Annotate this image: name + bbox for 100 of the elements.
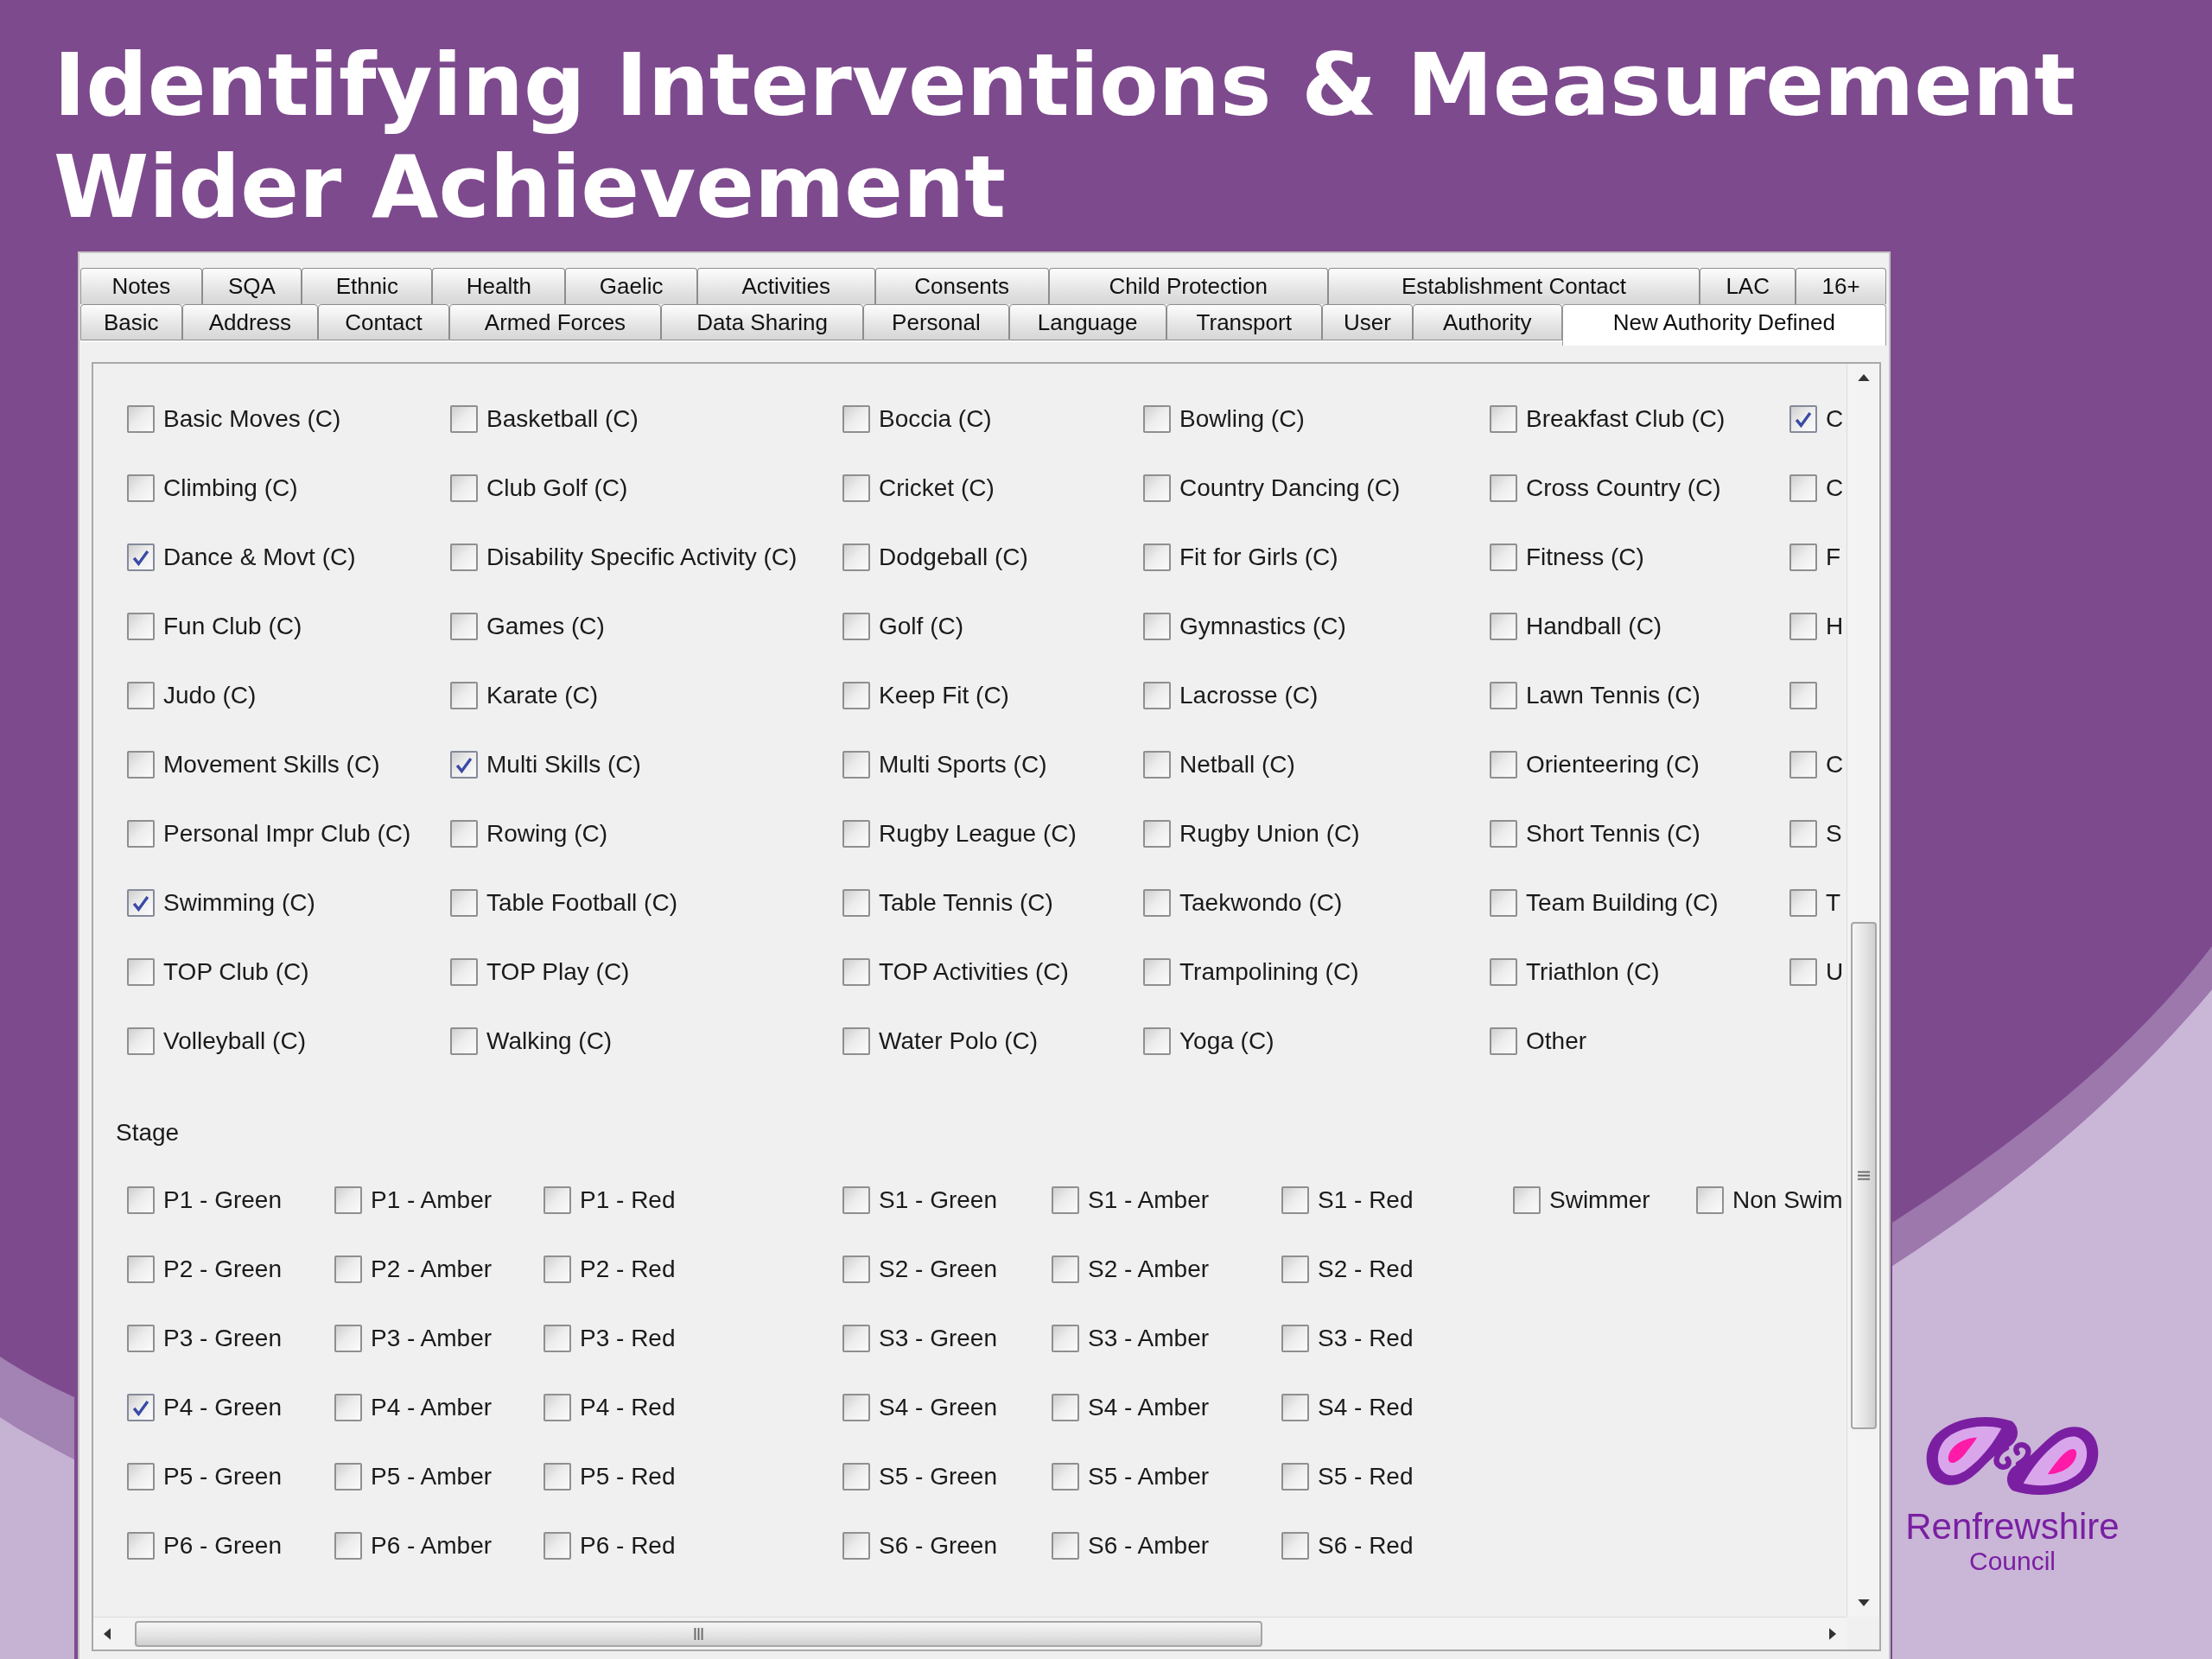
checkbox[interactable] [1052,1186,1079,1214]
checkbox[interactable] [842,1394,870,1421]
scroll-down-icon[interactable] [1857,1599,1870,1606]
checkbox[interactable] [1696,1186,1724,1214]
tab[interactable]: Ethnic [302,268,433,304]
tab[interactable]: Contact [318,304,449,340]
checkbox[interactable] [450,1027,478,1055]
checkbox[interactable] [450,405,478,433]
checkbox[interactable] [842,405,870,433]
tab[interactable]: Health [432,268,566,304]
checkbox[interactable] [1490,405,1517,433]
checkbox[interactable] [842,751,870,779]
tab[interactable]: Gaelic [565,268,697,304]
checkbox[interactable] [1490,613,1517,640]
checkbox[interactable] [543,1325,571,1352]
checkbox[interactable] [1513,1186,1541,1214]
checkbox[interactable] [1143,820,1171,848]
checkbox[interactable] [842,820,870,848]
checkbox[interactable] [1789,889,1817,917]
checkbox[interactable] [842,1463,870,1491]
checkbox[interactable] [842,958,870,986]
tab[interactable]: Language [1008,304,1166,340]
tab[interactable]: Personal [863,304,1009,340]
tab[interactable]: 16+ [1796,268,1886,304]
checkbox[interactable] [1490,751,1517,779]
tab[interactable]: LAC [1700,268,1796,304]
checkbox[interactable] [450,958,478,986]
checkbox[interactable] [543,1394,571,1421]
checkbox[interactable] [842,1325,870,1352]
checkbox[interactable] [127,751,155,779]
checkbox[interactable] [1052,1255,1079,1283]
checkbox[interactable] [1143,958,1171,986]
checkbox[interactable] [334,1325,362,1352]
checkbox[interactable] [1490,958,1517,986]
checkbox[interactable] [1789,958,1817,986]
checkbox[interactable] [842,682,870,709]
checkbox[interactable] [1490,889,1517,917]
tab[interactable]: Armed Forces [448,304,662,340]
checkbox[interactable] [842,474,870,502]
tab[interactable]: Child Protection [1048,268,1328,304]
checkbox[interactable] [1490,474,1517,502]
checkbox[interactable] [1490,1027,1517,1055]
checkbox[interactable] [1281,1532,1309,1560]
checkbox[interactable] [127,820,155,848]
checkbox[interactable] [1143,889,1171,917]
checkbox[interactable] [1789,682,1817,709]
checkbox[interactable] [1052,1463,1079,1491]
tab[interactable]: User [1321,304,1413,340]
checkbox[interactable] [450,543,478,571]
checkbox[interactable] [127,474,155,502]
tab[interactable]: Authority [1412,304,1562,340]
checkbox[interactable] [334,1463,362,1491]
checkbox[interactable] [450,613,478,640]
tab[interactable]: Consents [874,268,1049,304]
checkbox[interactable] [1143,543,1171,571]
checkbox[interactable] [127,889,155,917]
checkbox[interactable] [127,1394,155,1421]
checkbox[interactable] [1789,613,1817,640]
checkbox[interactable] [450,820,478,848]
tab[interactable]: Establishment Contact [1327,268,1700,304]
checkbox[interactable] [127,1532,155,1560]
checkbox[interactable] [127,1325,155,1352]
checkbox[interactable] [1490,682,1517,709]
checkbox[interactable] [127,958,155,986]
checkbox[interactable] [1281,1463,1309,1491]
checkbox[interactable] [127,1027,155,1055]
checkbox[interactable] [543,1186,571,1214]
checkbox[interactable] [1490,820,1517,848]
checkbox[interactable] [1143,405,1171,433]
checkbox[interactable] [842,1186,870,1214]
vertical-scrollbar[interactable] [1847,364,1879,1617]
scrollbar-thumb[interactable] [1850,921,1877,1429]
checkbox[interactable] [842,1532,870,1560]
checkbox[interactable] [1052,1394,1079,1421]
checkbox[interactable] [1052,1325,1079,1352]
horizontal-scrollbar[interactable] [93,1617,1847,1649]
checkbox[interactable] [543,1532,571,1560]
checkbox[interactable] [543,1463,571,1491]
checkbox[interactable] [450,474,478,502]
checkbox[interactable] [1789,751,1817,779]
checkbox[interactable] [1143,1027,1171,1055]
scroll-left-icon[interactable] [104,1627,111,1640]
checkbox[interactable] [127,613,155,640]
checkbox[interactable] [543,1255,571,1283]
checkbox[interactable] [334,1255,362,1283]
checkbox[interactable] [127,405,155,433]
checkbox[interactable] [334,1186,362,1214]
scroll-right-icon[interactable] [1829,1627,1836,1640]
tab[interactable]: Address [181,304,319,340]
checkbox[interactable] [842,889,870,917]
checkbox[interactable] [1143,613,1171,640]
checkbox[interactable] [1143,751,1171,779]
checkbox[interactable] [1490,543,1517,571]
checkbox[interactable] [450,682,478,709]
checkbox[interactable] [450,751,478,779]
checkbox[interactable] [127,682,155,709]
scrollbar-thumb[interactable] [135,1620,1262,1647]
checkbox[interactable] [450,889,478,917]
checkbox[interactable] [1281,1394,1309,1421]
checkbox[interactable] [842,543,870,571]
